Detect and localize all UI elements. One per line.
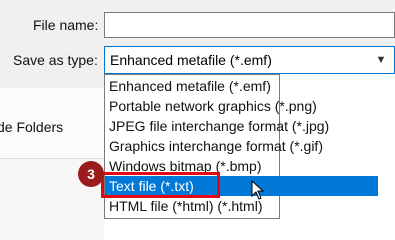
save-as-type-label: Save as type: — [13, 52, 98, 68]
option-png[interactable]: Portable network graphics (*.png) — [105, 96, 317, 116]
option-txt[interactable]: Text file (*.txt) — [105, 176, 378, 196]
option-gif[interactable]: Graphics interchange format (*.gif) — [105, 136, 323, 156]
step-badge: 3 — [78, 161, 104, 187]
hide-folders-button[interactable]: de Folders — [0, 119, 63, 135]
background-strip — [104, 219, 280, 240]
save-as-type-value: Enhanced metafile (*.emf) — [110, 52, 272, 68]
mouse-pointer-icon — [251, 180, 265, 200]
option-bmp[interactable]: Windows bitmap (*.bmp) — [105, 156, 279, 176]
save-as-type-select[interactable]: Enhanced metafile (*.emf) ▼ — [104, 46, 395, 74]
chevron-down-icon[interactable]: ▼ — [372, 47, 390, 73]
option-jpg[interactable]: JPEG file interchange format (*.jpg) — [105, 116, 329, 136]
option-emf[interactable]: Enhanced metafile (*.emf) — [105, 76, 279, 96]
options-panel: de Folders — [0, 88, 108, 159]
file-name-input[interactable] — [104, 12, 395, 38]
file-name-label: File name: — [33, 17, 99, 33]
